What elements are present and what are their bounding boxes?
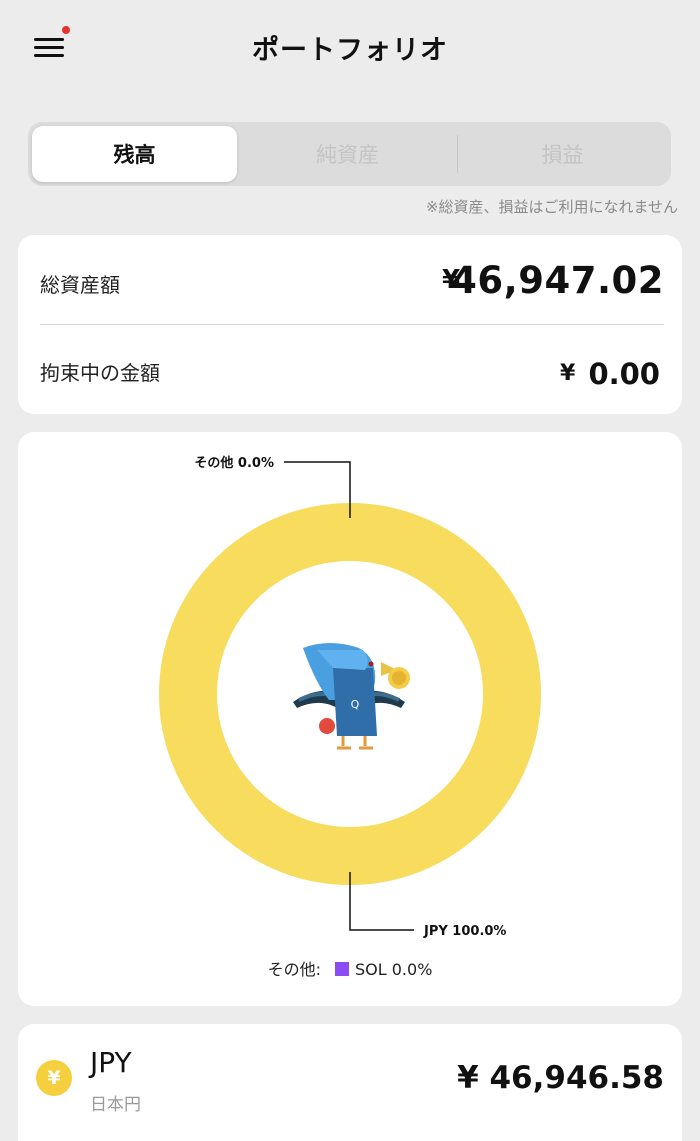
row-divider (40, 324, 664, 325)
page-title: ポートフォリオ (252, 35, 448, 66)
total-assets-label: 総資産額 (40, 273, 120, 297)
app-header: ポートフォリオ (0, 0, 700, 92)
asset-amount: ¥ 46,946.58 (457, 1060, 664, 1096)
asset-name: 日本円 (90, 1095, 141, 1115)
legend-item-sol: SOL 0.0% (355, 960, 433, 979)
locked-amount-value: 0.00 (588, 357, 660, 391)
asset-row-jpy[interactable]: ¥ JPY 日本円 ¥ 46,946.58 (18, 1024, 682, 1141)
yen-coin-icon: ¥ (36, 1060, 72, 1096)
chart-legend: その他: SOL 0.0% (18, 956, 682, 980)
callout-label-jpy: JPY 100.0% (423, 924, 506, 939)
callout-label-other: その他 0.0% (194, 455, 274, 471)
legend-prefix: その他: (267, 960, 321, 979)
legend-swatch-sol (335, 962, 349, 976)
segment-note: ※総資産、損益はご利用になれません (425, 198, 678, 216)
locked-amount-label: 拘束中の金額 (40, 361, 160, 385)
view-segmented-control: 残高 純資産 損益 (28, 122, 671, 186)
svg-text:Q: Q (351, 698, 360, 711)
portfolio-chart-card: その他 0.0% JPY 100.0% Q その他: SOL 0.0% (18, 432, 682, 1006)
balance-card: 総資産額 ¥ 46,947.02 拘束中の金額 ¥ 0.00 (18, 235, 682, 414)
tab-profit-loss[interactable]: 損益 (458, 126, 667, 182)
portfolio-donut-chart: その他 0.0% JPY 100.0% Q (159, 455, 541, 939)
tab-net-assets[interactable]: 純資産 (245, 126, 450, 182)
locked-amount-currency: ¥ (560, 361, 576, 386)
asset-code: JPY (90, 1046, 132, 1079)
bird-mascot-icon: Q (293, 643, 410, 750)
tab-balance[interactable]: 残高 (32, 126, 237, 182)
total-assets-value: 46,947.02 (451, 259, 664, 302)
